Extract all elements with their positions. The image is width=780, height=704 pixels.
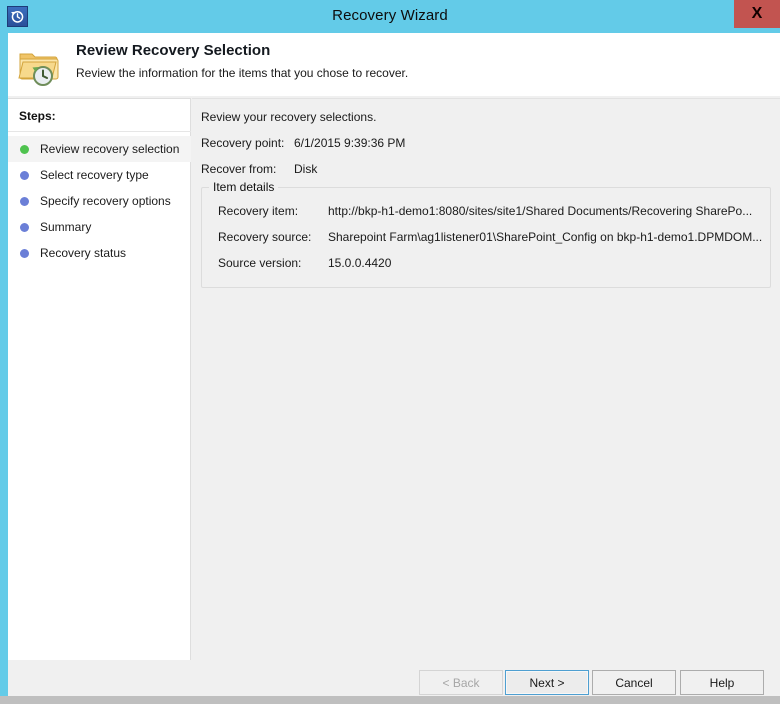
steps-heading: Steps: [19,109,56,123]
sidebar-item-label: Specify recovery options [40,194,171,208]
close-icon[interactable]: X [734,0,780,28]
source-version-row: Source version: 15.0.0.4420 [218,256,391,270]
recovery-source-value: Sharepoint Farm\ag1listener01\SharePoint… [328,230,763,244]
recover-from-label: Recover from: [201,162,277,176]
title-bar: Recovery Wizard X [0,0,780,33]
sidebar-item-summary[interactable]: Summary [8,214,191,240]
source-version-label: Source version: [218,256,302,270]
main-panel: Review your recovery selections. Recover… [192,98,780,694]
recovery-item-row: Recovery item: http://bkp-h1-demo1:8080/s… [218,204,752,218]
recover-from-row: Recover from: Disk [201,162,317,176]
intro-text: Review your recovery selections. [201,110,377,124]
item-details-groupbox: Recovery item: http://bkp-h1-demo1:8080/s… [201,187,771,288]
steps-sidebar: Steps: Review recovery selection Select … [8,98,191,694]
sidebar-item-label: Summary [40,220,92,234]
recovery-point-label: Recovery point: [201,136,285,150]
page-header: Review Recovery Selection Review the inf… [8,33,780,96]
item-details-legend: Item details [209,180,279,194]
recovery-point-row: Recovery point: 6/1/2015 9:39:36 PM [201,136,405,150]
page-title: Review Recovery Selection [76,42,271,59]
cancel-button[interactable]: Cancel [592,670,676,695]
step-bullet-icon [20,170,29,180]
sidebar-item-review-recovery-selection[interactable]: Review recovery selection [8,136,191,162]
recover-from-value: Disk [294,162,318,176]
page-subtitle: Review the information for the items tha… [76,66,409,80]
sidebar-item-label: Select recovery type [40,168,149,182]
step-bullet-icon [20,196,29,206]
recovery-item-value: http://bkp-h1-demo1:8080/sites/site1/Sha… [328,204,753,218]
back-button[interactable]: < Back [419,670,503,695]
step-bullet-icon [20,248,29,258]
folder-history-icon [17,45,61,87]
window-bottom-edge [0,696,780,704]
recovery-source-row: Recovery source: Sharepoint Farm\ag1liste… [218,230,762,244]
wizard-footer: < Back Next > Cancel Help [8,660,780,696]
sidebar-item-label: Recovery status [40,246,127,260]
recovery-item-label: Recovery item: [218,204,299,218]
source-version-value: 15.0.0.4420 [328,256,392,270]
recovery-point-value: 6/1/2015 9:39:36 PM [294,136,406,150]
sidebar-item-select-recovery-type[interactable]: Select recovery type [8,162,191,188]
wizard-body: Steps: Review recovery selection Select … [8,96,780,696]
window-title: Recovery Wizard [332,7,448,24]
steps-divider [8,131,191,132]
recovery-source-label: Recovery source: [218,230,312,244]
sidebar-item-specify-recovery-options[interactable]: Specify recovery options [8,188,191,214]
step-bullet-icon [20,144,29,154]
next-button[interactable]: Next > [505,670,589,695]
window-left-edge [0,33,8,696]
sidebar-item-label: Review recovery selection [40,142,180,156]
step-bullet-icon [20,222,29,232]
recovery-wizard-window: Recovery Wizard X Review Recovery Select… [0,0,780,704]
help-button[interactable]: Help [680,670,764,695]
sidebar-item-recovery-status[interactable]: Recovery status [8,240,191,266]
